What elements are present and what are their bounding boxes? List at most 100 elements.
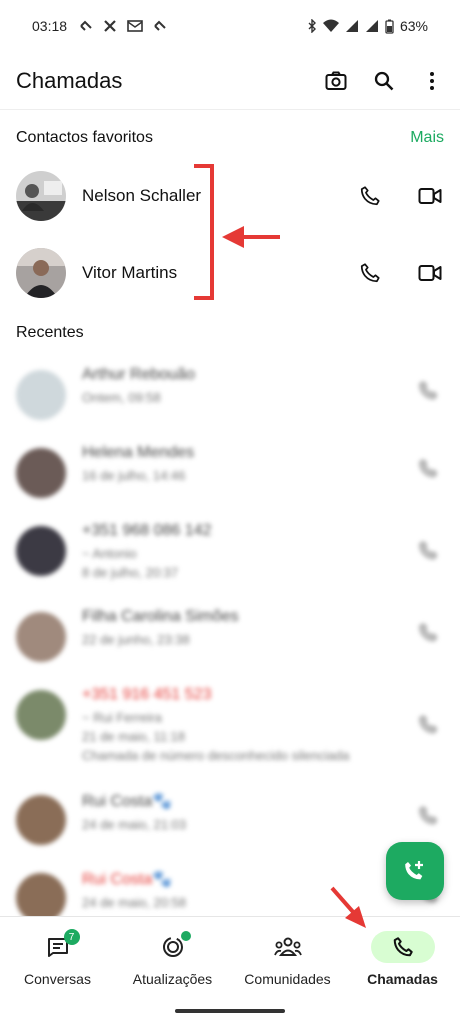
search-icon[interactable] bbox=[372, 69, 396, 93]
wifi-icon bbox=[322, 19, 339, 32]
recent-call-details: Filha Carolina Simões 22 de junho, 23:38 bbox=[82, 608, 444, 651]
caller-name: Rui Costa🐾 bbox=[82, 793, 173, 810]
voice-call-icon[interactable] bbox=[358, 184, 382, 208]
favorite-contact-row[interactable]: Nelson Schaller bbox=[0, 157, 460, 235]
call-detail-text: Chamada de número desconhecido silenciad… bbox=[82, 748, 350, 763]
call-detail-line: Ontem, 09:58 bbox=[82, 390, 444, 405]
bluetooth-icon bbox=[308, 19, 316, 33]
new-call-button[interactable] bbox=[386, 842, 444, 900]
nav-label: Conversas bbox=[24, 971, 91, 987]
notification-icons bbox=[79, 19, 167, 33]
recent-call-row[interactable]: Arthur Rebouão Ontem, 09:58 bbox=[0, 354, 460, 432]
bottom-navigation: 7 Conversas Atualizações Comunidades Cha… bbox=[0, 916, 460, 1024]
nav-label: Comunidades bbox=[244, 971, 331, 987]
recent-call-details: Helena Mendes 16 de julho, 14:46 bbox=[82, 444, 444, 487]
call-detail-text: 22 de junho, 23:38 bbox=[82, 632, 190, 647]
nav-item-conversas[interactable]: 7 Conversas bbox=[0, 929, 115, 987]
recent-call-row[interactable]: Helena Mendes 16 de julho, 14:46 bbox=[0, 432, 460, 510]
call-detail-text: 16 de julho, 14:46 bbox=[82, 468, 186, 483]
add-call-icon bbox=[405, 861, 423, 880]
status-bar: 03:18 63% bbox=[0, 0, 460, 52]
nav-label: Atualizações bbox=[132, 971, 213, 987]
recent-call-details: +351 968 086 142 ~ Antonio 8 de julho, 20:… bbox=[82, 522, 444, 584]
caller-name: Arthur Rebouão bbox=[82, 366, 195, 383]
voice-call-icon[interactable] bbox=[418, 459, 438, 484]
communities-icon bbox=[273, 937, 302, 956]
recent-call-details: Arthur Rebouão Ontem, 09:58 bbox=[82, 366, 444, 409]
call-detail-text: 8 de julho, 20:37 bbox=[82, 565, 179, 580]
video-call-icon[interactable] bbox=[418, 261, 442, 285]
favorites-more-link[interactable]: Mais bbox=[410, 129, 444, 147]
voice-call-icon[interactable] bbox=[358, 261, 382, 285]
call-detail-line: 22 de junho, 23:38 bbox=[82, 632, 444, 647]
caller-name: Helena Mendes bbox=[82, 444, 195, 461]
call-detail-line: ~ Rui Ferreira bbox=[82, 710, 444, 725]
call-detail-text: 21 de maio, 11:18 bbox=[82, 729, 186, 744]
call-detail-text: 24 de maio, 21:03 bbox=[82, 817, 187, 832]
recents-heading: Recentes bbox=[16, 324, 84, 341]
call-detail-line: 21 de maio, 11:18 bbox=[82, 729, 444, 744]
recent-call-row[interactable]: +351 916 451 523 ~ Rui Ferreira 21 de maio… bbox=[0, 674, 460, 779]
camera-icon[interactable] bbox=[324, 69, 348, 93]
nav-item-atualizacoes[interactable]: Atualizações bbox=[115, 931, 230, 987]
caller-name: +351 968 086 142 bbox=[82, 522, 212, 539]
updates-dot bbox=[180, 931, 191, 941]
call-detail-line: ~ Antonio bbox=[82, 546, 444, 561]
call-detail-line: 24 de maio, 21:03 bbox=[82, 817, 444, 832]
favorites-heading: Contactos favoritos bbox=[16, 129, 153, 146]
favorite-actions bbox=[358, 184, 444, 208]
signal-app-icon bbox=[80, 20, 92, 31]
mail-icon bbox=[127, 20, 143, 32]
favorite-contact-row[interactable]: Vitor Martins bbox=[0, 234, 460, 312]
voice-call-icon[interactable] bbox=[418, 623, 438, 648]
avatar bbox=[16, 448, 66, 498]
avatar bbox=[16, 248, 66, 298]
voice-call-icon[interactable] bbox=[418, 806, 438, 831]
call-detail-line: 8 de julho, 20:37 bbox=[82, 565, 444, 580]
avatar bbox=[16, 795, 66, 845]
status-time: 03:18 bbox=[32, 18, 68, 34]
home-indicator bbox=[175, 1009, 285, 1013]
battery-icon bbox=[385, 19, 394, 34]
contact-name: Vitor Martins bbox=[82, 263, 178, 282]
call-detail-text: Ontem, 09:58 bbox=[82, 390, 161, 405]
caller-name: Filha Carolina Simões bbox=[82, 608, 239, 625]
call-detail-text: ~ Rui Ferreira bbox=[82, 710, 162, 725]
nav-icon-container bbox=[141, 931, 205, 963]
recent-call-row[interactable]: +351 968 086 142 ~ Antonio 8 de julho, 20:… bbox=[0, 510, 460, 596]
voice-call-icon[interactable] bbox=[418, 381, 438, 406]
recent-call-row[interactable]: Filha Carolina Simões 22 de junho, 23:38 bbox=[0, 596, 460, 674]
nav-item-comunidades[interactable]: Comunidades bbox=[230, 931, 345, 987]
voice-call-icon[interactable] bbox=[418, 714, 438, 739]
battery-percent: 63% bbox=[399, 18, 428, 34]
call-detail-line: 24 de maio, 20:58 bbox=[82, 895, 444, 910]
nav-icon-container: 7 bbox=[26, 929, 90, 963]
contact-name: Nelson Schaller bbox=[82, 186, 202, 205]
recent-call-details: Rui Costa🐾 24 de maio, 21:03 bbox=[82, 791, 444, 836]
avatar bbox=[16, 526, 66, 576]
voice-call-icon[interactable] bbox=[418, 541, 438, 566]
signal-app-icon-2 bbox=[154, 20, 166, 31]
more-vert-icon[interactable] bbox=[420, 69, 444, 93]
nav-icon-container bbox=[370, 931, 435, 963]
cell-signal-icon bbox=[345, 20, 358, 32]
favorite-actions bbox=[358, 261, 444, 285]
app-bar-actions bbox=[324, 69, 444, 93]
phone-icon bbox=[393, 937, 413, 957]
nav-item-chamadas[interactable]: Chamadas bbox=[345, 931, 460, 987]
status-right: 63% bbox=[307, 18, 428, 34]
recents-header: Recentes bbox=[16, 322, 444, 344]
video-call-icon[interactable] bbox=[418, 184, 442, 208]
call-detail-line: Chamada de número desconhecido silenciad… bbox=[82, 748, 444, 763]
avatar bbox=[16, 370, 66, 420]
x-icon bbox=[104, 20, 116, 32]
call-detail-text: 24 de maio, 20:58 bbox=[82, 895, 187, 910]
app-bar: Chamadas bbox=[0, 52, 460, 110]
avatar bbox=[16, 690, 66, 740]
avatar bbox=[16, 171, 66, 221]
cell-signal-icon-2 bbox=[365, 20, 378, 32]
nav-icon-container bbox=[256, 931, 320, 963]
nav-label: Chamadas bbox=[367, 971, 438, 987]
page-title: Chamadas bbox=[16, 67, 123, 93]
recent-call-details: +351 916 451 523 ~ Rui Ferreira 21 de maio… bbox=[82, 686, 444, 767]
